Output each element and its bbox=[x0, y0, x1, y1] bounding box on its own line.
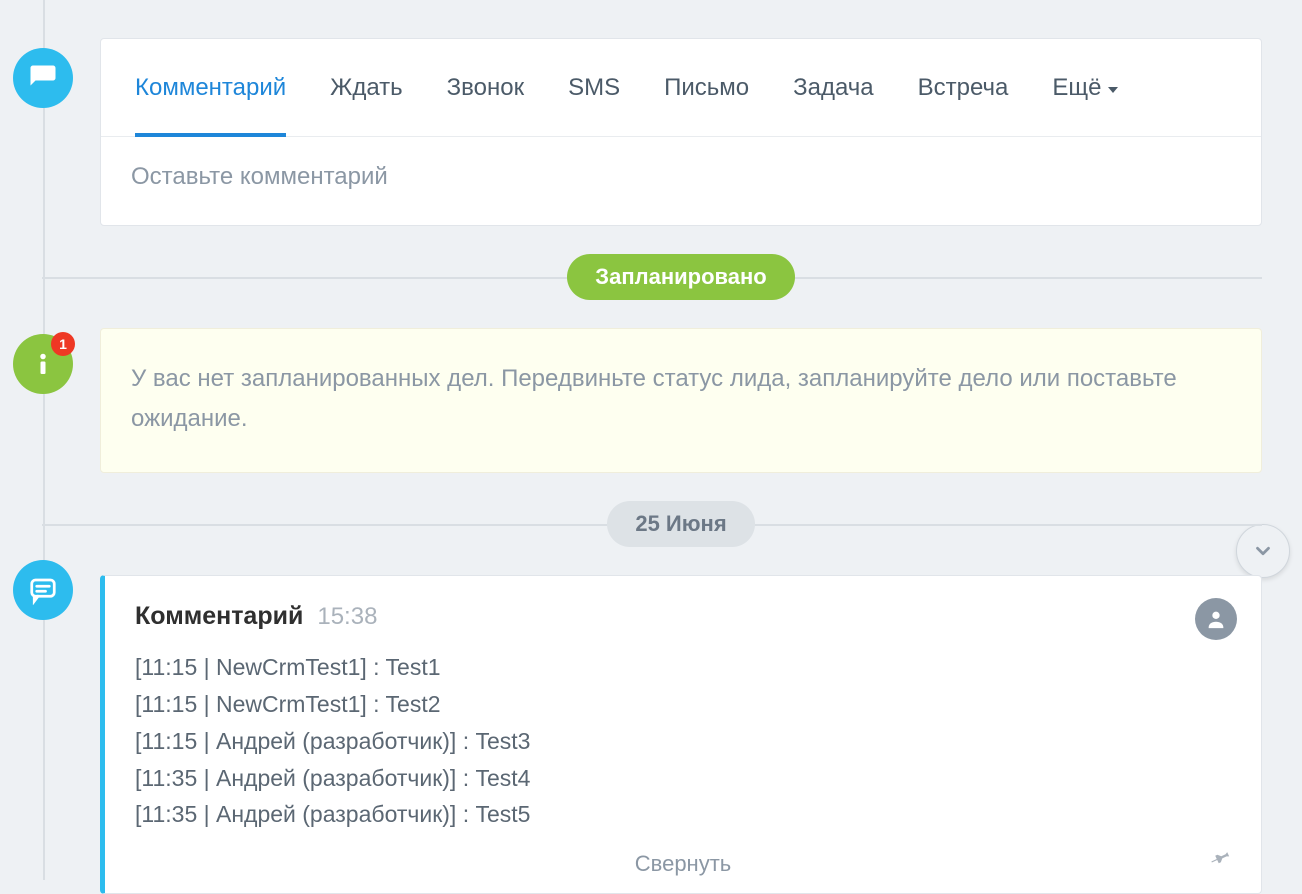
entry-header: Комментарий 15:38 bbox=[135, 602, 1231, 631]
entry-line: [11:15 | NewCrmTest1] : Test1 bbox=[135, 649, 1231, 686]
tab-more[interactable]: Ещё bbox=[1052, 39, 1117, 136]
date-pill: 25 Июня bbox=[607, 501, 754, 547]
tab-wait[interactable]: Ждать bbox=[330, 39, 402, 136]
timeline-content: Комментарий Ждать Звонок SMS Письмо Зада… bbox=[0, 0, 1302, 894]
entry-line: [11:15 | Андрей (разработчик)] : Test3 bbox=[135, 723, 1231, 760]
entry-line: [11:15 | NewCrmTest1] : Test2 bbox=[135, 686, 1231, 723]
pin-icon bbox=[1211, 847, 1231, 867]
entry-footer: Свернуть bbox=[135, 851, 1231, 877]
tab-sms[interactable]: SMS bbox=[568, 39, 620, 136]
pin-button[interactable] bbox=[1211, 847, 1231, 873]
tab-comment[interactable]: Комментарий bbox=[135, 39, 286, 136]
planned-pill: Запланировано bbox=[567, 254, 794, 300]
entry-line: [11:35 | Андрей (разработчик)] : Test5 bbox=[135, 796, 1231, 833]
planned-pill-row: Запланировано bbox=[100, 254, 1262, 300]
date-pill-row: 25 Июня bbox=[100, 501, 1262, 547]
tabs-row: Комментарий Ждать Звонок SMS Письмо Зада… bbox=[101, 39, 1261, 137]
tab-task[interactable]: Задача bbox=[793, 39, 874, 136]
entry-lines: [11:15 | NewCrmTest1] : Test1 [11:15 | N… bbox=[135, 649, 1231, 833]
comment-input-wrap bbox=[101, 137, 1261, 225]
collapse-button[interactable]: Свернуть bbox=[635, 851, 732, 876]
comment-input[interactable] bbox=[131, 163, 1231, 191]
entry-time: 15:38 bbox=[317, 603, 377, 631]
tab-email[interactable]: Письмо bbox=[664, 39, 749, 136]
entry-title: Комментарий bbox=[135, 602, 303, 631]
tab-meeting[interactable]: Встреча bbox=[918, 39, 1009, 136]
tab-call[interactable]: Звонок bbox=[447, 39, 524, 136]
entry-author-avatar[interactable] bbox=[1195, 598, 1237, 640]
activity-tabs-card: Комментарий Ждать Звонок SMS Письмо Зада… bbox=[100, 38, 1262, 226]
comment-entry-card: Комментарий 15:38 [11:15 | NewCrmTest1] … bbox=[100, 575, 1262, 894]
person-icon bbox=[1205, 608, 1227, 630]
info-card: У вас нет запланированных дел. Передвинь… bbox=[100, 328, 1262, 473]
info-message: У вас нет запланированных дел. Передвинь… bbox=[131, 365, 1177, 432]
caret-down-icon bbox=[1108, 87, 1118, 93]
tab-more-label: Ещё bbox=[1052, 74, 1101, 102]
entry-line: [11:35 | Андрей (разработчик)] : Test4 bbox=[135, 760, 1231, 797]
